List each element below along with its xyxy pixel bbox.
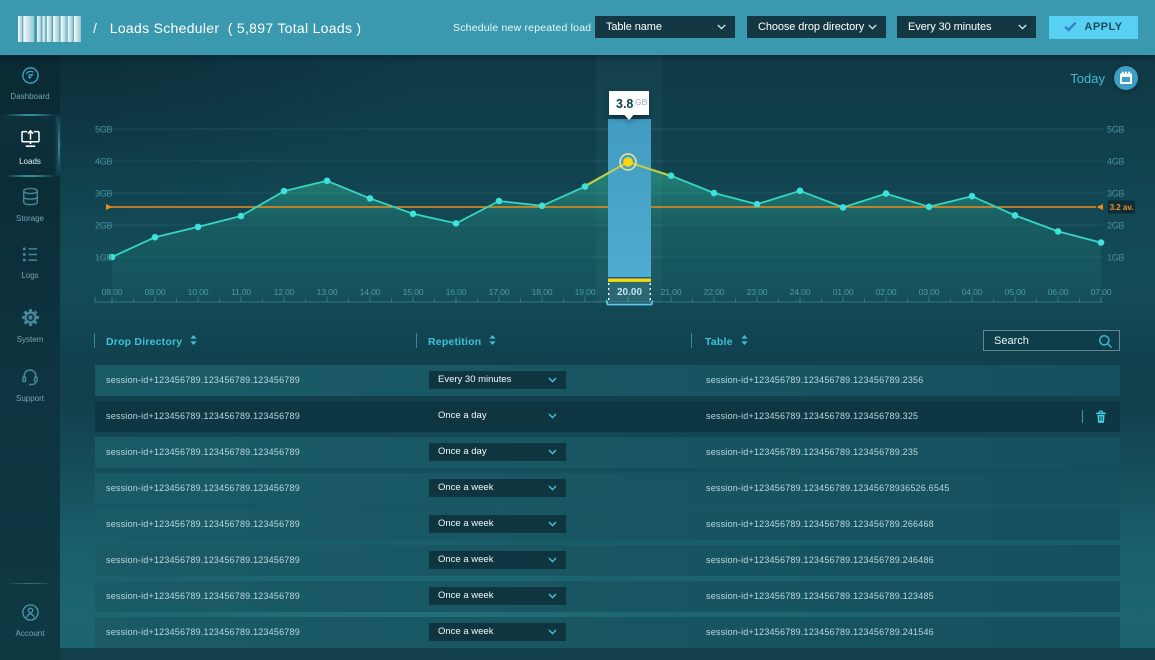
svg-text:18.00: 18.00 xyxy=(532,287,553,297)
svg-text:01.00: 01.00 xyxy=(833,287,854,297)
svg-text:3.8: 3.8 xyxy=(616,97,633,111)
svg-text:3.2 av.: 3.2 av. xyxy=(1110,203,1134,212)
svg-text:3GB: 3GB xyxy=(1107,189,1124,199)
svg-text:4GB: 4GB xyxy=(95,157,112,167)
svg-text:02.00: 02.00 xyxy=(876,287,897,297)
svg-text:5GB: 5GB xyxy=(1107,125,1124,135)
svg-text:13.00: 13.00 xyxy=(317,287,338,297)
svg-text:05.00: 05.00 xyxy=(1005,287,1026,297)
svg-text:22.00: 22.00 xyxy=(704,287,725,297)
svg-text:1GB: 1GB xyxy=(1107,253,1124,263)
svg-text:06.00: 06.00 xyxy=(1048,287,1069,297)
svg-text:21.00: 21.00 xyxy=(661,287,682,297)
svg-text:GB: GB xyxy=(635,97,648,107)
svg-text:20.00: 20.00 xyxy=(617,287,642,298)
svg-text:04.00: 04.00 xyxy=(962,287,983,297)
svg-text:4GB: 4GB xyxy=(1107,157,1124,167)
svg-text:08.00: 08.00 xyxy=(102,287,123,297)
svg-text:3GB: 3GB xyxy=(95,189,112,199)
svg-text:17.00: 17.00 xyxy=(489,287,510,297)
svg-text:14.00: 14.00 xyxy=(360,287,381,297)
svg-text:1GB: 1GB xyxy=(95,253,112,263)
svg-text:12.00: 12.00 xyxy=(274,287,295,297)
svg-text:09.00: 09.00 xyxy=(145,287,166,297)
svg-text:16.00: 16.00 xyxy=(446,287,467,297)
svg-text:2GB: 2GB xyxy=(1107,221,1124,231)
svg-text:07.00: 07.00 xyxy=(1091,287,1112,297)
svg-text:2GB: 2GB xyxy=(95,221,112,231)
svg-text:15.00: 15.00 xyxy=(403,287,424,297)
svg-text:5GB: 5GB xyxy=(95,125,112,135)
svg-text:23.00: 23.00 xyxy=(747,287,768,297)
svg-text:03.00: 03.00 xyxy=(919,287,940,297)
svg-text:24.00: 24.00 xyxy=(790,287,811,297)
svg-text:10.00: 10.00 xyxy=(188,287,209,297)
svg-text:11.00: 11.00 xyxy=(231,287,251,297)
svg-text:19.00: 19.00 xyxy=(575,287,596,297)
